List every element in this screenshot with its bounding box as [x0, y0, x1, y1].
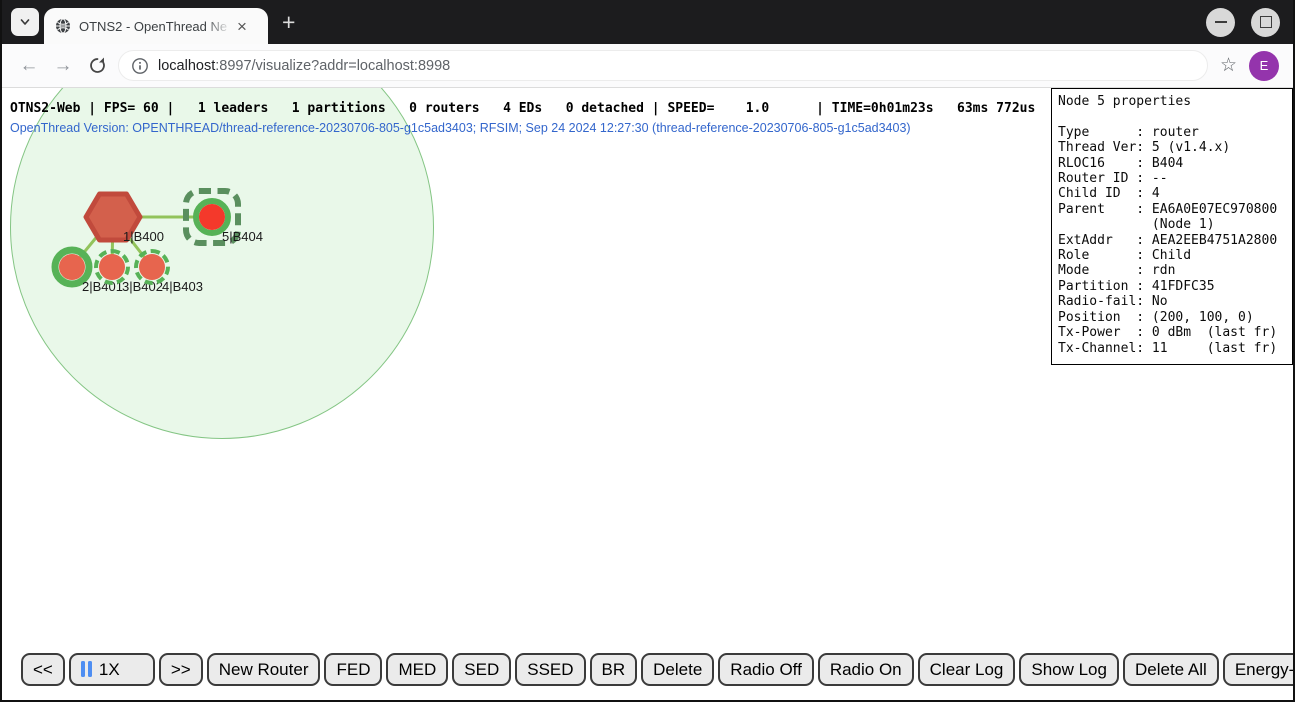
- window-controls: [1206, 8, 1280, 37]
- node-label: 5|B404: [222, 229, 263, 244]
- fed-button[interactable]: FED: [324, 653, 382, 686]
- back-button[interactable]: ←: [12, 55, 46, 77]
- node-core: [199, 204, 225, 230]
- radio-on-button[interactable]: Radio On: [818, 653, 914, 686]
- node-core: [139, 254, 165, 280]
- sed-button[interactable]: SED: [452, 653, 511, 686]
- minimize-button[interactable]: [1206, 8, 1235, 37]
- node-label: 1|B400: [123, 229, 164, 244]
- browser-window: OTNS2 - OpenThread Ne × + ← → localhost:…: [0, 0, 1295, 702]
- simulation-canvas[interactable]: 1|B4002|B4013|B4024|B4035|B404 OTNS2-Web…: [2, 88, 1293, 700]
- version-line: OpenThread Version: OPENTHREAD/thread-re…: [10, 121, 911, 135]
- chevron-down-icon: [18, 15, 32, 29]
- reload-icon: [88, 56, 107, 75]
- bookmark-star-icon[interactable]: ☆: [1220, 54, 1237, 77]
- delete-all-button[interactable]: Delete All: [1123, 653, 1219, 686]
- pause-icon: [81, 661, 85, 677]
- url-toolbar: ← → localhost:8997/visualize?addr=localh…: [2, 44, 1293, 88]
- node-core: [59, 254, 85, 280]
- url-host: localhost: [158, 58, 215, 74]
- url-input[interactable]: localhost:8997/visualize?addr=localhost:…: [118, 50, 1208, 81]
- url-text: localhost:8997/visualize?addr=localhost:…: [158, 58, 450, 74]
- node-properties-panel: Node 5 properties Type : router Thread V…: [1051, 88, 1293, 365]
- node-label: 4|B403: [162, 279, 203, 294]
- site-info-icon[interactable]: [131, 57, 149, 75]
- new-tab-button[interactable]: +: [282, 11, 295, 34]
- tab-bar: OTNS2 - OpenThread Ne × +: [2, 0, 1293, 44]
- clear-log-button[interactable]: Clear Log: [918, 653, 1016, 686]
- tab-search-button[interactable]: [11, 8, 39, 36]
- profile-avatar[interactable]: E: [1249, 51, 1279, 81]
- br-button[interactable]: BR: [590, 653, 638, 686]
- url-path: :8997/visualize?addr=localhost:8998: [215, 58, 450, 74]
- forward-button[interactable]: →: [46, 55, 80, 77]
- pause-icon: [88, 661, 92, 677]
- status-bar: OTNS2-Web | FPS= 60 | 1 leaders 1 partit…: [10, 101, 1035, 116]
- minimize-icon: [1215, 21, 1227, 23]
- med-button[interactable]: MED: [386, 653, 448, 686]
- tab-close-icon[interactable]: ×: [237, 18, 247, 35]
- ssed-button[interactable]: SSED: [515, 653, 585, 686]
- toolbar: <<1X>>New RouterFEDMEDSEDSSEDBRDeleteRad…: [21, 653, 1293, 686]
- maximize-icon: [1260, 16, 1272, 28]
- speed-button[interactable]: 1X: [69, 653, 155, 686]
- show-log-button[interactable]: Show Log: [1019, 653, 1119, 686]
- browser-tab[interactable]: OTNS2 - OpenThread Ne ×: [44, 8, 268, 44]
- energy-stats-button[interactable]: Energy-stats ↗: [1223, 653, 1293, 686]
- reload-button[interactable]: [80, 56, 114, 75]
- tab-title: OTNS2 - OpenThread Ne: [79, 19, 231, 34]
- node-core: [99, 254, 125, 280]
- speed-up-button[interactable]: >>: [159, 653, 203, 686]
- new-router-button[interactable]: New Router: [207, 653, 321, 686]
- radio-off-button[interactable]: Radio Off: [718, 653, 814, 686]
- globe-favicon-icon: [55, 18, 71, 34]
- maximize-button[interactable]: [1251, 8, 1280, 37]
- speed-down-button[interactable]: <<: [21, 653, 65, 686]
- delete-button[interactable]: Delete: [641, 653, 714, 686]
